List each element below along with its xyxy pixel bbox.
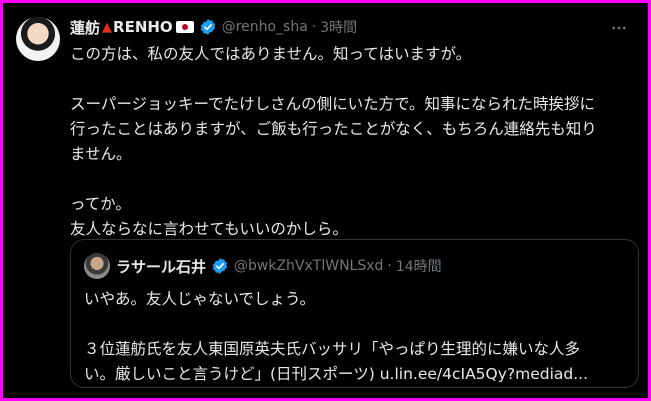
display-name[interactable]: 蓮舫 (70, 17, 100, 38)
quoted-avatar[interactable] (84, 253, 110, 279)
tweet-text: この方は、私の友人ではありません。知ってはいますが。 スーパージョッキーでたけし… (70, 45, 597, 238)
quoted-tweet-timestamp[interactable]: 14時間 (396, 256, 442, 276)
more-options-button[interactable] (608, 17, 630, 39)
quoted-display-name[interactable]: ラサール石井 (116, 256, 206, 277)
tweet-timestamp[interactable]: 3時間 (320, 17, 357, 37)
display-name-suffix[interactable]: RENHO (113, 18, 173, 36)
separator-dot: · (311, 19, 317, 35)
avatar[interactable] (16, 17, 60, 61)
verified-badge-icon (199, 18, 217, 36)
quoted-tweet-text: いやあ。友人じゃないでしょう。 ３位蓮舫氏を友人東国原英夫氏バッサリ「やっぱり生… (84, 290, 589, 383)
quoted-tweet[interactable]: ラサール石井 @bwkZhVxTlWNLSxd · 14時間 いやあ。友人じゃな… (70, 239, 639, 388)
tokyo-tower-icon: ▲ (102, 19, 113, 35)
tweet-header: 蓮舫 ▲ RENHO @renho_sha · 3時間 (70, 16, 357, 38)
tweet-card: 蓮舫 ▲ RENHO @renho_sha · 3時間 この方は、私の友人ではあ… (0, 0, 651, 401)
quoted-tweet-header: ラサール石井 @bwkZhVxTlWNLSxd · 14時間 (116, 255, 442, 277)
separator-dot: · (387, 258, 392, 274)
user-handle[interactable]: @renho_sha (222, 19, 308, 35)
verified-badge-icon (211, 257, 229, 275)
japan-flag-icon (175, 21, 194, 33)
quoted-user-handle[interactable]: @bwkZhVxTlWNLSxd (234, 258, 383, 274)
more-dots-icon (612, 26, 626, 30)
